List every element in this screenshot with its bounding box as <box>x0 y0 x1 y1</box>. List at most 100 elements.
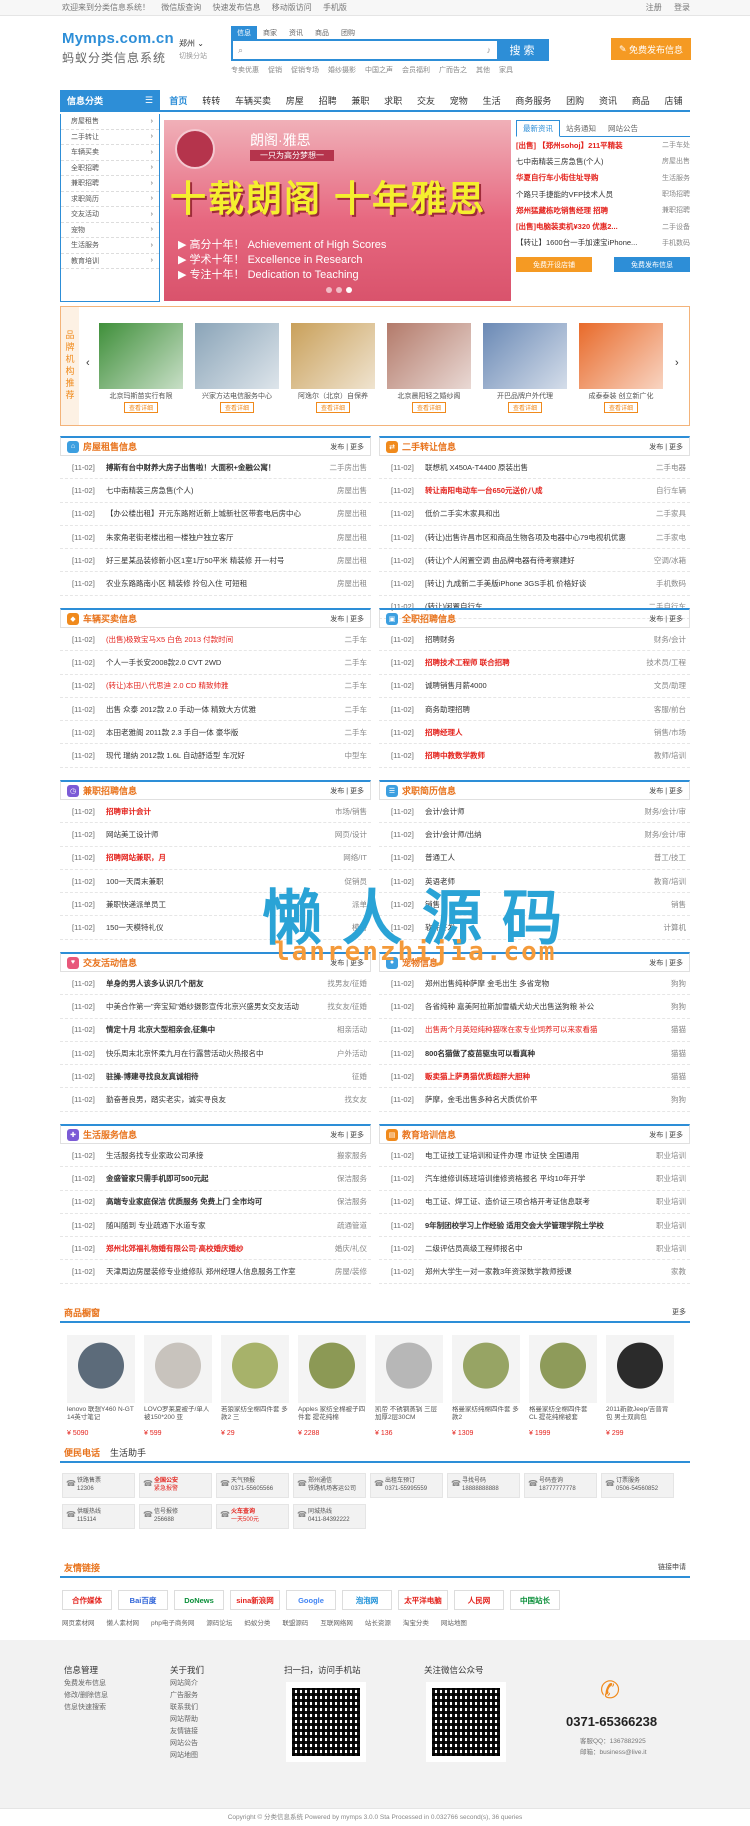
section-more-link[interactable]: 发布 | 更多 <box>649 786 683 796</box>
nav-item[interactable]: 转转 <box>198 90 224 110</box>
list-title[interactable]: (转让)出售许昌市区和商品生物各项及电器中心79电视机优惠 <box>425 532 636 543</box>
list-title[interactable]: 会计/会计师 <box>425 806 636 817</box>
search-tab-goods[interactable]: 商品 <box>309 26 335 40</box>
list-category[interactable]: 计算机 <box>636 922 690 933</box>
list-category[interactable]: 网络/IT <box>317 852 371 863</box>
hotword[interactable]: 中国之声 <box>365 65 393 75</box>
sidebar-item[interactable]: 兼职招聘 › <box>61 176 159 192</box>
list-item[interactable]: [11-02] 中美合作第一"奔宝知"婚纱摄影宣传北京兴盛男女交友活动 找女友/征婚 <box>60 995 371 1019</box>
list-category[interactable]: 财务/会计/审 <box>636 829 690 840</box>
product-image[interactable] <box>529 1335 597 1403</box>
list-item[interactable]: [11-02] 郑州北郊福礼物婚有限公司·高校婚庆婚纱 婚庆/礼仪 <box>60 1237 371 1261</box>
brand-image[interactable] <box>99 323 183 389</box>
list-category[interactable]: 疏通管道 <box>317 1220 371 1231</box>
phone-entry[interactable]: 铁路售票 12306 <box>62 1473 135 1498</box>
news-item[interactable]: 【转让】1600台一手加速宝iPhone... 手机数码 <box>516 235 690 251</box>
footer-link[interactable]: 网站简介 <box>170 1678 204 1690</box>
hotword[interactable]: 家具 <box>499 65 513 75</box>
view-detail-button[interactable]: 查看详细 <box>411 402 446 413</box>
brand-card[interactable]: 成泰泰装 创立新广化 查看详细 <box>579 323 663 413</box>
list-title[interactable]: 好三星某品装修新小区1室1厅50平米 精装修 开一村号 <box>106 555 317 566</box>
phone-entry[interactable]: 订票服务 0506-54560852 <box>601 1473 674 1498</box>
list-item[interactable]: [11-02] 郑州大学生一对一家教3年资深数学教师授课 家教 <box>379 1260 690 1284</box>
news-item[interactable]: 七中南精装三房急售(个人) 房屋出售 <box>516 153 690 169</box>
list-category[interactable]: 技术员/工程 <box>636 657 690 668</box>
phone-entry[interactable]: 号码查询 18777777778 <box>524 1473 597 1498</box>
list-title[interactable]: (出售)极致宝马X5 白色 2013 付款时间 <box>106 634 317 645</box>
product-name[interactable]: 格曼家纺全棉四件套 CL 提花纯棉被套 <box>529 1406 597 1430</box>
nav-item[interactable]: 招聘 <box>315 90 341 110</box>
list-title[interactable]: 贩卖猫上萨勇猫优质超胖大胆种 <box>425 1071 636 1082</box>
text-link[interactable]: 站长资源 <box>365 1617 391 1627</box>
nav-item[interactable]: 车辆买卖 <box>231 90 275 110</box>
nav-item[interactable]: 资讯 <box>595 90 621 110</box>
post-info-button[interactable]: ✎ 免费发布信息 <box>611 38 691 60</box>
carousel-dot[interactable] <box>326 287 332 293</box>
list-category[interactable]: 房屋出租 <box>317 532 371 543</box>
list-title[interactable]: 电工证技工证培训和证件办理 市证快 全国通用 <box>425 1150 636 1161</box>
brand-image[interactable] <box>195 323 279 389</box>
product-image[interactable] <box>606 1335 674 1403</box>
list-item[interactable]: [11-02] 单身的男人该多认识几个朋友 找男友/征婚 <box>60 972 371 996</box>
sidebar-item[interactable]: 教育培训 › <box>61 254 159 269</box>
text-link[interactable]: 蚂蚁分类 <box>244 1617 270 1627</box>
footer-link[interactable]: 广告服务 <box>170 1690 204 1702</box>
list-title[interactable]: 朱家角老街老楼出租一楼独户独立客厅 <box>106 532 317 543</box>
list-title[interactable]: 七中南精装三房急售(个人) <box>106 485 317 496</box>
list-category[interactable]: 狗狗 <box>636 978 690 989</box>
brand-card[interactable]: 开巴品牌户外代理 查看详细 <box>483 323 567 413</box>
nav-item[interactable]: 商务服务 <box>511 90 555 110</box>
list-item[interactable]: [11-02] 生活服务找专业家政公司承接 搬家服务 <box>60 1144 371 1168</box>
view-detail-button[interactable]: 查看详细 <box>219 402 254 413</box>
hotword[interactable]: 会员福利 <box>402 65 430 75</box>
list-item[interactable]: [11-02] 招聘技术工程师 联合招聘 技术员/工程 <box>379 651 690 675</box>
list-category[interactable]: 找男友/征婚 <box>317 978 371 989</box>
text-link[interactable]: 懒人素材网 <box>107 1617 140 1627</box>
list-category[interactable]: 猫猫 <box>636 1071 690 1082</box>
list-item[interactable]: [11-02] 会计/会计师/出纳 财务/会计/审 <box>379 823 690 847</box>
list-title[interactable]: 农业东路路南小区 精装修 拎包入住 可短租 <box>106 578 317 589</box>
list-title[interactable]: 转让南阳电动车一台650元送价八成 <box>425 485 636 496</box>
product-name[interactable]: 2011新款Jeep/吉普背包 男士双肩包 <box>606 1406 674 1430</box>
news-title[interactable]: 个路只手捷能的VFP技术人员 <box>516 189 613 200</box>
list-category[interactable]: 文员/助理 <box>636 680 690 691</box>
product-card[interactable]: 若狼家纺全棉四件套 多款2 三 ¥ 29 <box>221 1335 289 1437</box>
list-item[interactable]: [11-02] 搏斯有台中财养大房子出售啦！大面积+金融公寓！ 二手房出售 <box>60 456 371 480</box>
list-category[interactable]: 职业培训 <box>636 1150 690 1161</box>
list-item[interactable]: [11-02] 联想机 X450A-T4400 原装出售 二手电器 <box>379 456 690 480</box>
list-title[interactable]: 网站美工设计师 <box>106 829 317 840</box>
list-title[interactable]: 普通工人 <box>425 852 636 863</box>
list-item[interactable]: [11-02] 转让南阳电动车一台650元送价八成 自行车辆 <box>379 479 690 503</box>
phone-entry[interactable]: 同城热线 0411-84392222 <box>293 1504 366 1529</box>
list-title[interactable]: 生活服务找专业家政公司承接 <box>106 1150 317 1161</box>
list-category[interactable]: 教师/培训 <box>636 750 690 761</box>
sidebar-item[interactable]: 车辆买卖 › <box>61 145 159 161</box>
list-category[interactable]: 房屋出售 <box>317 485 371 496</box>
list-title[interactable]: 各省纯种 嘉美阿拉斯加雪橇犬幼犬出售送狗粮 补公 <box>425 1001 636 1012</box>
footer-link[interactable]: 联系我们 <box>170 1702 204 1714</box>
list-item[interactable]: [11-02] 招聘审计会计 市场/销售 <box>60 800 371 824</box>
list-item[interactable]: [11-02] 金盛管家只需手机即可500元起 保洁服务 <box>60 1167 371 1191</box>
list-title[interactable]: 高端专业家庭保洁 优质服务 免费上门 全市均可 <box>106 1196 317 1207</box>
list-title[interactable]: 个人一手长安2008款2.0 CVT 2WD <box>106 657 317 668</box>
list-item[interactable]: [11-02] 【办公楼出租】开元东路附近新上城新社区带套电后房中心 房屋出租 <box>60 503 371 526</box>
product-card[interactable]: 格曼家纺纯棉四件套 多款2 ¥ 1309 <box>452 1335 520 1437</box>
list-item[interactable]: [11-02] 诚聘销售月薪4000 文员/助理 <box>379 675 690 698</box>
list-category[interactable]: 空调/冰箱 <box>636 555 690 566</box>
product-image[interactable] <box>298 1335 366 1403</box>
brand-name[interactable]: 北京晨阳轻之婚纱阁 <box>387 391 471 401</box>
list-category[interactable]: 职业培训 <box>636 1243 690 1254</box>
list-title[interactable]: 搏斯有台中财养大房子出售啦！大面积+金融公寓！ <box>106 462 317 473</box>
nav-item[interactable]: 房屋 <box>282 90 308 110</box>
view-detail-button[interactable]: 查看详细 <box>315 402 350 413</box>
product-card[interactable]: Apples 家纺全棉被子四件套 提花纯棉 ¥ 2288 <box>298 1335 366 1437</box>
list-title[interactable]: 本田老雅阁 2011款 2.3 手自一体 豪华版 <box>106 727 317 738</box>
list-category[interactable]: 职业培训 <box>636 1220 690 1231</box>
list-category[interactable]: 职业培训 <box>636 1196 690 1207</box>
list-item[interactable]: [11-02] 本田老雅阁 2011款 2.3 手自一体 豪华版 二手车 <box>60 721 371 745</box>
brand-name[interactable]: 北京玛斯苗实行有限 <box>99 391 183 401</box>
list-category[interactable]: 教育/培训 <box>636 876 690 887</box>
list-category[interactable]: 手机数码 <box>636 578 690 589</box>
list-item[interactable]: [11-02] 郑州出售纯种萨摩 金毛出生 多省宠物 狗狗 <box>379 972 690 996</box>
service-email[interactable]: 邮箱：business@live.it <box>580 1747 647 1758</box>
